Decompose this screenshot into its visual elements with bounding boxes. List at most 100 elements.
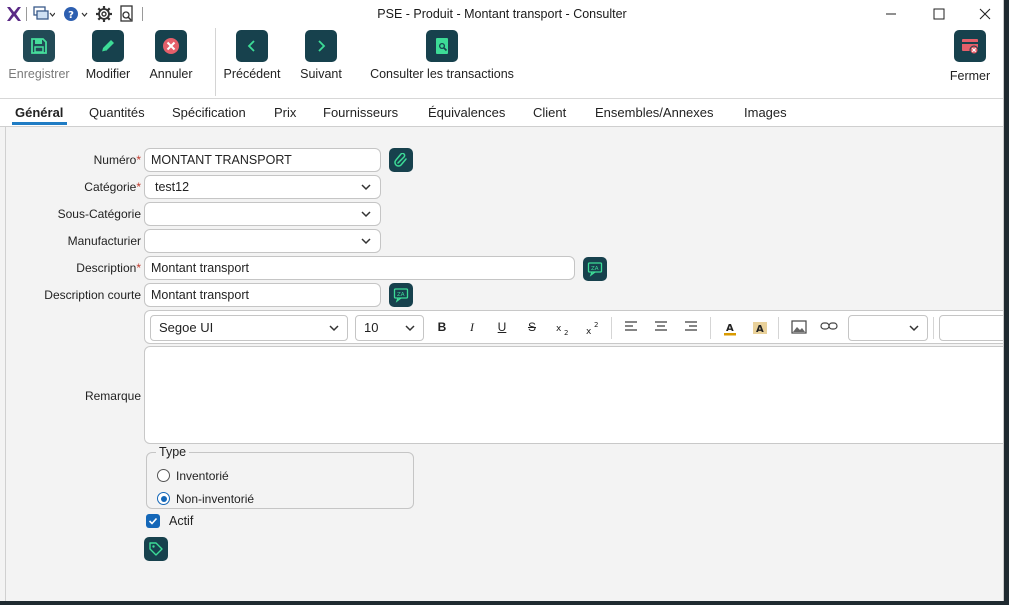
close-window-button[interactable] [962, 0, 1003, 28]
translate-icon: ZA [587, 262, 603, 277]
align-left-icon [625, 321, 637, 331]
subscript-button[interactable]: x2 [553, 320, 573, 337]
translate-short-description-button[interactable]: ZA [389, 283, 413, 307]
next-label: Suivant [300, 67, 342, 81]
toolbar-separator [215, 28, 216, 96]
pencil-icon [92, 30, 124, 62]
align-left-button[interactable] [621, 320, 641, 336]
superscript-icon: x2 [586, 321, 598, 337]
sous-categorie-label: Sous-Catégorie [57, 207, 141, 221]
chevron-down-icon [361, 238, 371, 245]
translate-description-button[interactable]: ZA [583, 257, 607, 281]
description-label: Description* [76, 261, 141, 275]
svg-text:2: 2 [564, 329, 568, 336]
align-right-button[interactable] [681, 320, 701, 336]
actif-label: Actif [169, 514, 194, 528]
extra-select[interactable] [939, 315, 1003, 341]
tab-bar: Général Quantités Spécification Prix Fou… [0, 99, 1003, 127]
previous-button[interactable]: Précédent [221, 30, 283, 90]
close-button[interactable]: Fermer [946, 30, 994, 90]
subscript-icon: x2 [556, 324, 568, 337]
italic-button[interactable]: I [462, 320, 482, 336]
manufacturier-label: Manufacturier [67, 234, 141, 248]
tab-equivalences[interactable]: Équivalences [428, 105, 505, 120]
tab-general[interactable]: Général [15, 105, 63, 120]
close-form-icon [954, 30, 986, 62]
svg-text:ZA: ZA [397, 292, 405, 298]
svg-text:2: 2 [594, 321, 598, 329]
cancel-label: Annuler [149, 67, 193, 81]
svg-text:A: A [726, 323, 734, 334]
tab-client[interactable]: Client [533, 105, 566, 120]
numero-field[interactable]: MONTANT TRANSPORT [144, 148, 381, 172]
chevron-down-icon [329, 325, 339, 332]
save-label: Enregistrer [8, 67, 70, 81]
type-group-title: Type [156, 445, 190, 459]
minimize-button[interactable] [868, 0, 914, 28]
tag-button[interactable] [144, 537, 168, 561]
translate-icon: ZA [393, 288, 409, 303]
view-transactions-label: Consulter les transactions [370, 67, 514, 81]
tab-images[interactable]: Images [744, 105, 787, 120]
numero-label: Numéro* [93, 153, 141, 167]
bold-button[interactable]: B [432, 320, 452, 336]
strikethrough-button[interactable]: S [522, 320, 542, 336]
view-transactions-button[interactable]: Consulter les transactions [364, 30, 520, 90]
superscript-button[interactable]: x2 [583, 320, 603, 337]
radio-non-inventorie-label: Non-inventorié [176, 492, 255, 506]
highlight-color-button[interactable]: A [750, 320, 770, 336]
cancel-icon [155, 30, 187, 62]
radio-non-inventorie[interactable] [157, 492, 170, 505]
highlight-icon: A [753, 322, 767, 335]
tab-specification[interactable]: Spécification [172, 105, 246, 120]
toolbar: Enregistrer Modifier Annuler Précédent S… [0, 28, 1003, 99]
attachment-button[interactable] [389, 148, 413, 172]
cancel-button[interactable]: Annuler [146, 30, 196, 90]
sous-categorie-select[interactable] [144, 202, 381, 226]
image-icon [791, 320, 807, 334]
chevron-down-icon [909, 325, 919, 332]
style-select[interactable] [848, 315, 928, 341]
chevron-down-icon [361, 184, 371, 191]
paperclip-icon [394, 153, 407, 167]
categorie-label: Catégorie* [84, 180, 141, 194]
font-family-select[interactable]: Segoe UI [150, 315, 348, 341]
window-title: PSE - Produit - Montant transport - Cons… [377, 7, 627, 21]
categorie-select[interactable]: test12 [144, 175, 381, 199]
description-courte-field[interactable]: Montant transport [144, 283, 381, 307]
tab-ensembles-annexes[interactable]: Ensembles/Annexes [595, 105, 714, 120]
tab-quantites[interactable]: Quantités [89, 105, 145, 120]
actif-checkbox[interactable] [146, 514, 160, 528]
align-center-icon [655, 321, 667, 331]
tab-prix[interactable]: Prix [274, 105, 296, 120]
maximize-button[interactable] [916, 0, 962, 28]
save-button[interactable]: Enregistrer [8, 30, 70, 90]
description-field[interactable]: Montant transport [144, 256, 575, 280]
remarque-editor[interactable] [144, 346, 1003, 444]
title-bar: ? PSE - Produit - Montant transport - Co… [0, 0, 1003, 28]
document-search-icon [426, 30, 458, 62]
insert-link-button[interactable] [819, 320, 839, 336]
tag-icon [149, 542, 163, 556]
underline-button[interactable]: U [492, 320, 512, 336]
chevron-down-icon [361, 211, 371, 218]
svg-text:ZA: ZA [591, 266, 599, 272]
description-courte-label: Description courte [44, 288, 141, 302]
next-button[interactable]: Suivant [297, 30, 345, 90]
svg-text:x: x [586, 327, 592, 336]
manufacturier-select[interactable] [144, 229, 381, 253]
font-size-select[interactable]: 10 [355, 315, 424, 341]
close-label: Fermer [949, 69, 991, 83]
editor-toolbar: Segoe UI 10 B I U S x2 x2 A A [144, 310, 1003, 344]
chevron-left-icon [236, 30, 268, 62]
insert-image-button[interactable] [789, 320, 809, 336]
edit-button[interactable]: Modifier [80, 30, 136, 90]
align-center-button[interactable] [651, 320, 671, 336]
edit-label: Modifier [85, 67, 131, 81]
chevron-down-icon [405, 325, 415, 332]
text-color-button[interactable]: A [720, 320, 740, 336]
tab-fournisseurs[interactable]: Fournisseurs [323, 105, 398, 120]
align-right-icon [685, 321, 697, 331]
radio-inventorie[interactable] [157, 469, 170, 482]
chevron-right-icon [305, 30, 337, 62]
